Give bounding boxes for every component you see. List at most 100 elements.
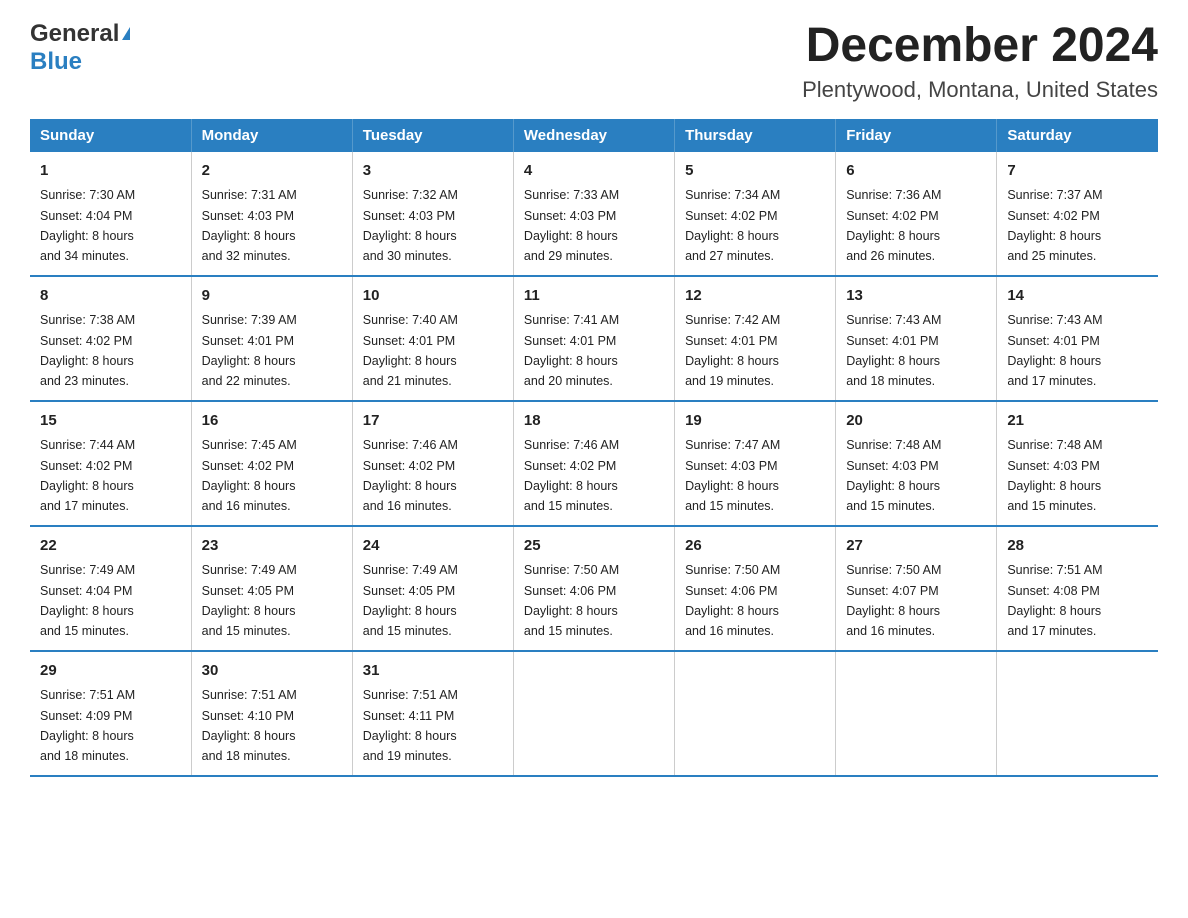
day-number: 23 (202, 535, 342, 558)
day-number: 2 (202, 160, 342, 183)
logo-general-text: General (30, 20, 119, 48)
logo-triangle-icon (122, 27, 130, 40)
calendar-cell: 8Sunrise: 7:38 AMSunset: 4:02 PMDaylight… (30, 276, 191, 401)
calendar-table: SundayMondayTuesdayWednesdayThursdayFrid… (30, 119, 1158, 777)
calendar-cell: 7 Sunrise: 7:37 AMSunset: 4:02 PMDaylight… (997, 152, 1158, 276)
day-number: 22 (40, 535, 181, 558)
calendar-cell: 24Sunrise: 7:49 AMSunset: 4:05 PMDayligh… (352, 526, 513, 651)
page-subtitle: Plentywood, Montana, United States (802, 77, 1158, 103)
day-number: 17 (363, 410, 503, 433)
calendar-cell: 9 Sunrise: 7:39 AMSunset: 4:01 PMDaylight… (191, 276, 352, 401)
calendar-cell: 2 Sunrise: 7:31 AMSunset: 4:03 PMDaylight… (191, 152, 352, 276)
day-number: 19 (685, 410, 825, 433)
day-detail: Sunrise: 7:49 AMSunset: 4:04 PMDaylight:… (40, 563, 135, 638)
day-number: 5 (685, 160, 825, 183)
day-detail: Sunrise: 7:33 AMSunset: 4:03 PMDaylight:… (524, 188, 619, 263)
day-detail: Sunrise: 7:41 AMSunset: 4:01 PMDaylight:… (524, 313, 619, 388)
calendar-cell: 4 Sunrise: 7:33 AMSunset: 4:03 PMDaylight… (513, 152, 674, 276)
day-number: 16 (202, 410, 342, 433)
calendar-header-friday: Friday (836, 119, 997, 152)
calendar-cell: 16Sunrise: 7:45 AMSunset: 4:02 PMDayligh… (191, 401, 352, 526)
calendar-cell: 15 Sunrise: 7:44 AMSunset: 4:02 PMDayligh… (30, 401, 191, 526)
logo: General Blue (30, 20, 130, 76)
calendar-cell: 14Sunrise: 7:43 AMSunset: 4:01 PMDayligh… (997, 276, 1158, 401)
day-detail: Sunrise: 7:50 AMSunset: 4:07 PMDaylight:… (846, 563, 941, 638)
calendar-week-row: 29Sunrise: 7:51 AMSunset: 4:09 PMDayligh… (30, 651, 1158, 776)
calendar-week-row: 8Sunrise: 7:38 AMSunset: 4:02 PMDaylight… (30, 276, 1158, 401)
day-number: 30 (202, 660, 342, 683)
day-number: 20 (846, 410, 986, 433)
day-detail: Sunrise: 7:46 AMSunset: 4:02 PMDaylight:… (363, 438, 458, 513)
day-detail: Sunrise: 7:46 AMSunset: 4:02 PMDaylight:… (524, 438, 619, 513)
calendar-cell: 28 Sunrise: 7:51 AMSunset: 4:08 PMDayligh… (997, 526, 1158, 651)
calendar-cell: 18 Sunrise: 7:46 AMSunset: 4:02 PMDayligh… (513, 401, 674, 526)
day-detail: Sunrise: 7:39 AMSunset: 4:01 PMDaylight:… (202, 313, 297, 388)
day-detail: Sunrise: 7:36 AMSunset: 4:02 PMDaylight:… (846, 188, 941, 263)
calendar-cell: 29Sunrise: 7:51 AMSunset: 4:09 PMDayligh… (30, 651, 191, 776)
calendar-header-tuesday: Tuesday (352, 119, 513, 152)
day-detail: Sunrise: 7:49 AMSunset: 4:05 PMDaylight:… (363, 563, 458, 638)
calendar-cell: 11 Sunrise: 7:41 AMSunset: 4:01 PMDayligh… (513, 276, 674, 401)
day-number: 6 (846, 160, 986, 183)
day-number: 26 (685, 535, 825, 558)
day-number: 11 (524, 285, 664, 308)
day-detail: Sunrise: 7:49 AMSunset: 4:05 PMDaylight:… (202, 563, 297, 638)
day-number: 27 (846, 535, 986, 558)
calendar-cell: 19 Sunrise: 7:47 AMSunset: 4:03 PMDayligh… (675, 401, 836, 526)
day-detail: Sunrise: 7:43 AMSunset: 4:01 PMDaylight:… (1007, 313, 1102, 388)
calendar-week-row: 15 Sunrise: 7:44 AMSunset: 4:02 PMDayligh… (30, 401, 1158, 526)
calendar-cell: 21 Sunrise: 7:48 AMSunset: 4:03 PMDayligh… (997, 401, 1158, 526)
day-detail: Sunrise: 7:37 AMSunset: 4:02 PMDaylight:… (1007, 188, 1102, 263)
calendar-cell: 22 Sunrise: 7:49 AMSunset: 4:04 PMDayligh… (30, 526, 191, 651)
logo-blue-text: Blue (30, 48, 130, 76)
day-number: 28 (1007, 535, 1148, 558)
day-number: 29 (40, 660, 181, 683)
day-detail: Sunrise: 7:51 AMSunset: 4:10 PMDaylight:… (202, 688, 297, 763)
calendar-week-row: 1Sunrise: 7:30 AMSunset: 4:04 PMDaylight… (30, 152, 1158, 276)
calendar-cell: 30 Sunrise: 7:51 AMSunset: 4:10 PMDayligh… (191, 651, 352, 776)
calendar-cell: 20Sunrise: 7:48 AMSunset: 4:03 PMDayligh… (836, 401, 997, 526)
calendar-header-sunday: Sunday (30, 119, 191, 152)
day-detail: Sunrise: 7:31 AMSunset: 4:03 PMDaylight:… (202, 188, 297, 263)
day-detail: Sunrise: 7:42 AMSunset: 4:01 PMDaylight:… (685, 313, 780, 388)
day-detail: Sunrise: 7:50 AMSunset: 4:06 PMDaylight:… (685, 563, 780, 638)
calendar-header-saturday: Saturday (997, 119, 1158, 152)
day-detail: Sunrise: 7:34 AMSunset: 4:02 PMDaylight:… (685, 188, 780, 263)
day-detail: Sunrise: 7:40 AMSunset: 4:01 PMDaylight:… (363, 313, 458, 388)
title-block: December 2024 Plentywood, Montana, Unite… (802, 20, 1158, 103)
calendar-cell: 25Sunrise: 7:50 AMSunset: 4:06 PMDayligh… (513, 526, 674, 651)
day-number: 21 (1007, 410, 1148, 433)
calendar-cell: 17 Sunrise: 7:46 AMSunset: 4:02 PMDayligh… (352, 401, 513, 526)
day-detail: Sunrise: 7:32 AMSunset: 4:03 PMDaylight:… (363, 188, 458, 263)
calendar-cell: 23 Sunrise: 7:49 AMSunset: 4:05 PMDayligh… (191, 526, 352, 651)
calendar-cell: 26 Sunrise: 7:50 AMSunset: 4:06 PMDayligh… (675, 526, 836, 651)
day-number: 12 (685, 285, 825, 308)
calendar-cell: 5 Sunrise: 7:34 AMSunset: 4:02 PMDaylight… (675, 152, 836, 276)
day-detail: Sunrise: 7:51 AMSunset: 4:08 PMDaylight:… (1007, 563, 1102, 638)
calendar-header-row: SundayMondayTuesdayWednesdayThursdayFrid… (30, 119, 1158, 152)
day-number: 1 (40, 160, 181, 183)
day-number: 10 (363, 285, 503, 308)
calendar-cell (836, 651, 997, 776)
day-detail: Sunrise: 7:44 AMSunset: 4:02 PMDaylight:… (40, 438, 135, 513)
day-number: 9 (202, 285, 342, 308)
day-number: 8 (40, 285, 181, 308)
calendar-cell (513, 651, 674, 776)
day-detail: Sunrise: 7:48 AMSunset: 4:03 PMDaylight:… (1007, 438, 1102, 513)
calendar-cell: 27 Sunrise: 7:50 AMSunset: 4:07 PMDayligh… (836, 526, 997, 651)
day-number: 18 (524, 410, 664, 433)
calendar-cell: 3 Sunrise: 7:32 AMSunset: 4:03 PMDaylight… (352, 152, 513, 276)
day-detail: Sunrise: 7:47 AMSunset: 4:03 PMDaylight:… (685, 438, 780, 513)
day-detail: Sunrise: 7:43 AMSunset: 4:01 PMDaylight:… (846, 313, 941, 388)
day-number: 7 (1007, 160, 1148, 183)
day-number: 25 (524, 535, 664, 558)
day-number: 3 (363, 160, 503, 183)
day-number: 31 (363, 660, 503, 683)
calendar-cell: 6 Sunrise: 7:36 AMSunset: 4:02 PMDaylight… (836, 152, 997, 276)
day-number: 4 (524, 160, 664, 183)
calendar-cell: 31Sunrise: 7:51 AMSunset: 4:11 PMDayligh… (352, 651, 513, 776)
calendar-header-monday: Monday (191, 119, 352, 152)
calendar-week-row: 22 Sunrise: 7:49 AMSunset: 4:04 PMDayligh… (30, 526, 1158, 651)
calendar-cell (997, 651, 1158, 776)
day-number: 15 (40, 410, 181, 433)
